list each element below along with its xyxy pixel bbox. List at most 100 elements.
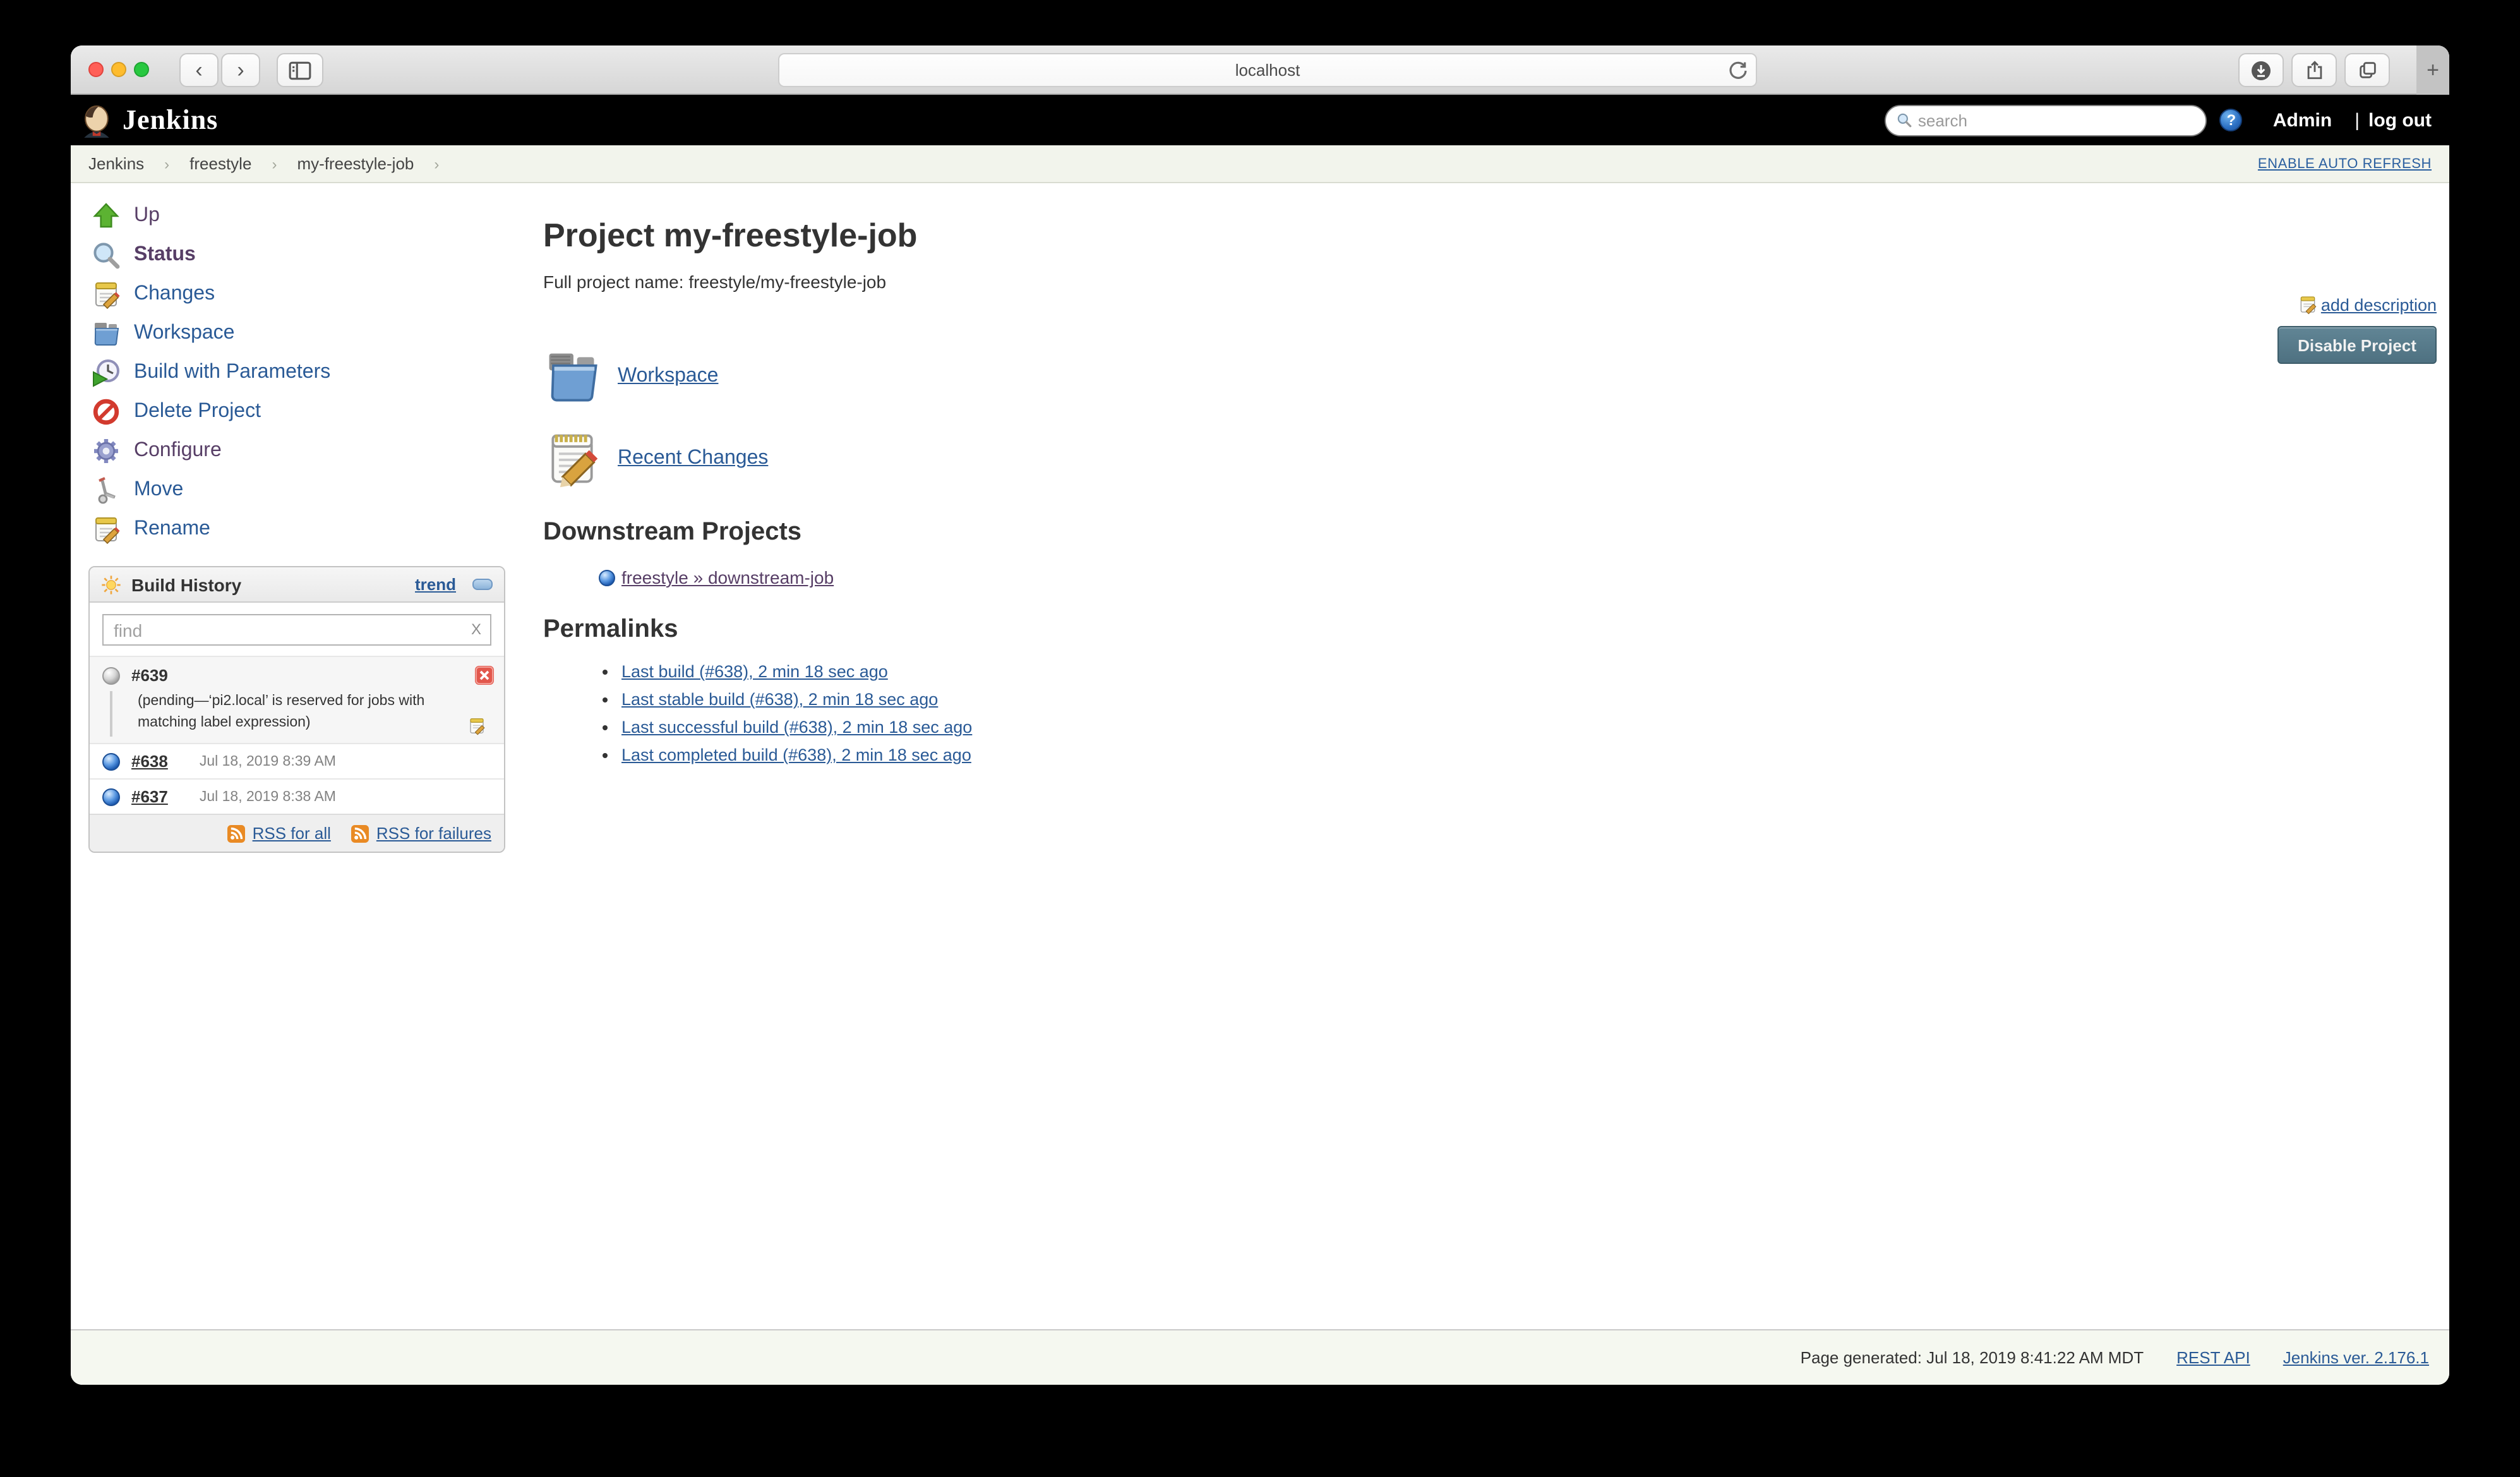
trend-link[interactable]: trend [415,575,456,594]
gear-icon [91,435,121,466]
permalink-item: Last completed build (#638), 2 min 18 se… [621,745,2247,764]
sidebar-item-status[interactable]: Status [88,235,505,274]
downloads-button[interactable] [2238,53,2284,87]
build-history-title: Build History [131,574,241,594]
clear-filter-icon[interactable]: X [471,620,481,638]
build-row-639[interactable]: #639 (pending—‘pi2.local’ is reserved fo… [90,656,504,744]
sidebar-item-workspace[interactable]: Workspace [88,313,505,353]
build-pending-note: (pending—‘pi2.local’ is reserved for job… [138,691,486,733]
downstream-project-item[interactable]: freestyle » downstream-job [599,567,2247,588]
logout-link[interactable]: log out [2368,109,2432,131]
build-row-637[interactable]: #637 Jul 18, 2019 8:38 AM [90,779,504,814]
clock-build-icon [91,357,121,387]
breadcrumb-jenkins[interactable]: Jenkins [88,154,144,173]
build-id-link[interactable]: #637 [131,788,168,807]
reload-icon[interactable] [1728,61,1748,81]
build-history-footer: RSS for all RSS for failures [90,814,504,852]
build-id-link[interactable]: #638 [131,752,168,771]
recent-changes-link[interactable]: Recent Changes [618,447,768,470]
sidebar-item-up[interactable]: Up [88,196,505,235]
last-build-link[interactable]: Last build (#638), 2 min 18 sec ago [621,662,888,681]
zoom-window-button[interactable] [134,62,149,77]
build-row-638[interactable]: #638 Jul 18, 2019 8:39 AM [90,744,504,779]
build-time: Jul 18, 2019 8:38 AM [200,790,336,805]
rss-for-all-link[interactable]: RSS for all [253,824,331,843]
permalink-item: Last successful build (#638), 2 min 18 s… [621,718,2247,737]
downstream-projects-heading: Downstream Projects [543,518,2247,547]
sidebar-item-label: Build with Parameters [134,361,330,383]
disable-project-button[interactable]: Disable Project [2277,326,2437,364]
chevron-right-icon: › [164,155,169,172]
magnifier-icon [91,239,121,270]
sidebar-item-rename[interactable]: Rename [88,509,505,548]
back-button[interactable]: ‹ [179,53,219,87]
right-actions: add description Disable Project [2235,294,2437,364]
sidebar-item-label: Workspace [134,322,234,344]
workspace-task[interactable]: Workspace [543,345,2247,408]
minimize-window-button[interactable] [111,62,126,77]
task-links: Workspace Recent Changes [543,345,2247,490]
jenkins-footer: Page generated: Jul 18, 2019 8:41:22 AM … [71,1329,2449,1385]
page-content: Up Status Changes Workspace [71,183,2449,1329]
back-icon: ‹ [195,59,202,81]
breadcrumb: Jenkins › freestyle › my-freestyle-job ›… [71,145,2449,183]
downstream-project-link[interactable]: freestyle » downstream-job [621,567,834,588]
notepad-icon [543,430,601,488]
page-title: Project my-freestyle-job [543,216,2247,255]
download-icon [2250,59,2272,81]
rest-api-link[interactable]: REST API [2176,1348,2250,1367]
build-id: #639 [131,666,168,685]
search-input[interactable] [1918,111,2196,130]
full-project-name: Full project name: freestyle/my-freestyl… [543,272,2247,292]
enable-auto-refresh-link[interactable]: ENABLE AUTO REFRESH [2258,156,2432,171]
main-panel: Project my-freestyle-job Full project na… [543,183,2247,773]
build-timeline-line [110,691,112,737]
forward-icon: › [237,59,244,81]
help-glyph: ? [2227,111,2236,129]
last-successful-build-link[interactable]: Last successful build (#638), 2 min 18 s… [621,718,972,737]
sidebar-item-changes[interactable]: Changes [88,274,505,313]
browser-toolbar: ‹ › localhost + [71,45,2449,95]
rss-for-failures-link[interactable]: RSS for failures [376,824,491,843]
tab-overview-button[interactable] [2344,53,2390,87]
rss-icon [351,825,369,843]
breadcrumb-job[interactable]: my-freestyle-job [297,154,414,173]
jenkins-brand[interactable]: Jenkins [123,104,218,136]
jenkins-header: Jenkins ? Admin | log out [71,95,2449,145]
sidebar-item-delete-project[interactable]: Delete Project [88,392,505,431]
cancel-build-icon[interactable] [475,666,494,685]
edit-note-icon[interactable] [467,717,486,736]
pending-note-text: (pending—‘pi2.local’ is reserved for job… [138,694,424,730]
workspace-link[interactable]: Workspace [618,365,718,388]
sidebar-toggle-button[interactable] [277,53,323,87]
help-icon[interactable]: ? [2220,109,2243,131]
last-completed-build-link[interactable]: Last completed build (#638), 2 min 18 se… [621,745,971,764]
share-button[interactable] [2291,53,2337,87]
folder-icon [543,347,601,406]
up-arrow-icon [91,200,121,231]
jenkins-version-link[interactable]: Jenkins ver. 2.176.1 [2283,1348,2429,1367]
sidebar-item-move[interactable]: Move [88,470,505,509]
address-bar[interactable]: localhost [778,53,1757,87]
no-entry-icon [91,396,121,426]
close-window-button[interactable] [88,62,104,77]
sidebar-icon [288,60,312,80]
edit-description-icon [2298,294,2319,315]
add-description[interactable]: add description [2298,294,2437,315]
permalinks-heading: Permalinks [543,615,2247,644]
user-admin-link[interactable]: Admin [2273,109,2332,131]
new-tab-button[interactable]: + [2416,45,2449,95]
add-description-link[interactable]: add description [2321,295,2437,314]
build-filter-input[interactable] [102,614,491,646]
recent-changes-task[interactable]: Recent Changes [543,427,2247,490]
breadcrumb-freestyle[interactable]: freestyle [189,154,251,173]
sidebar-item-configure[interactable]: Configure [88,431,505,470]
sidebar-item-build-with-parameters[interactable]: Build with Parameters [88,353,505,392]
forward-button[interactable]: › [221,53,260,87]
trend-legend-icon[interactable] [472,579,493,590]
share-icon [2303,59,2325,81]
sidebar-item-label: Move [134,478,183,501]
sun-health-icon [101,574,121,594]
last-stable-build-link[interactable]: Last stable build (#638), 2 min 18 sec a… [621,690,938,709]
jenkins-logo-icon[interactable] [81,103,112,137]
